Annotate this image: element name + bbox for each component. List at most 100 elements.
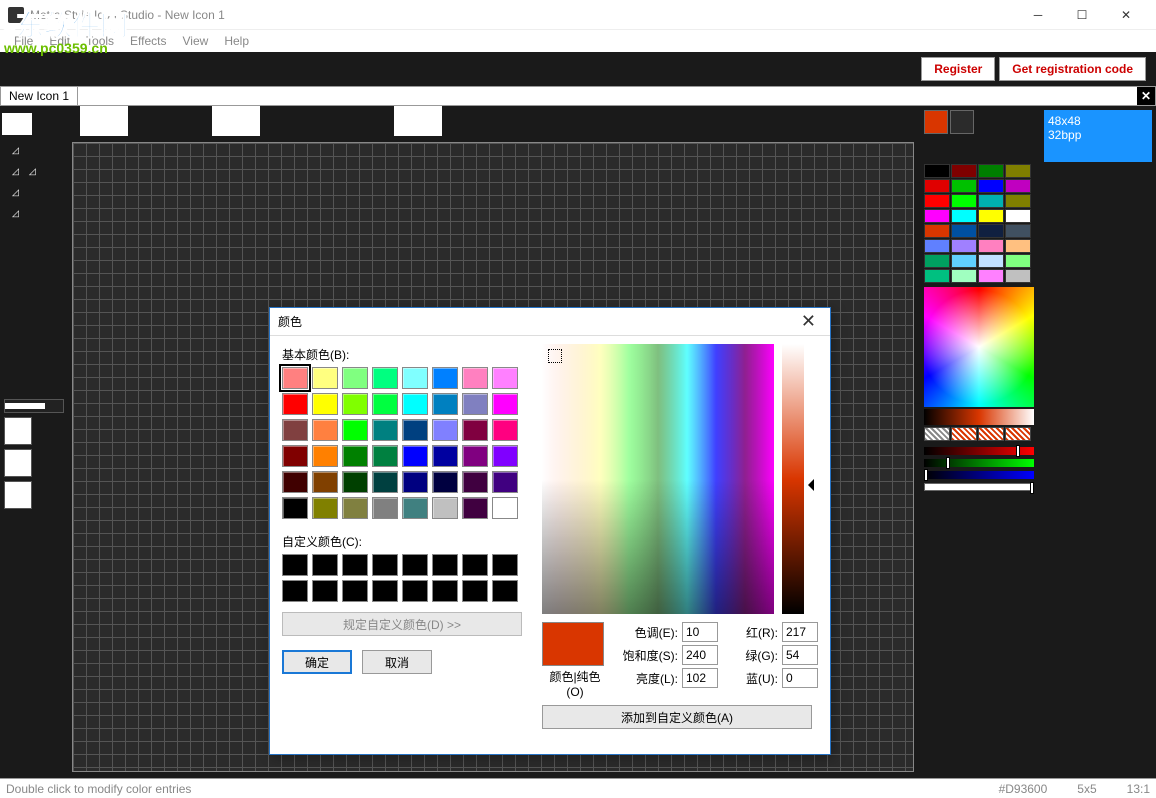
basic-color-swatch[interactable] — [342, 393, 368, 415]
menu-effects[interactable]: Effects — [122, 32, 174, 50]
custom-color-swatch[interactable] — [372, 554, 398, 576]
menu-file[interactable]: File — [6, 32, 41, 50]
foreground-color[interactable] — [924, 110, 948, 134]
palette-swatch[interactable] — [924, 269, 950, 283]
palette-swatch[interactable] — [1005, 164, 1031, 178]
basic-color-swatch[interactable] — [312, 497, 338, 519]
basic-color-swatch[interactable] — [342, 367, 368, 389]
opacity-slider[interactable] — [4, 399, 64, 413]
ok-button[interactable]: 确定 — [282, 650, 352, 674]
custom-color-swatch[interactable] — [372, 580, 398, 602]
palette-swatch[interactable] — [1005, 179, 1031, 193]
palette-swatch[interactable] — [924, 254, 950, 268]
basic-color-swatch[interactable] — [282, 419, 308, 441]
palette-swatch[interactable] — [924, 194, 950, 208]
green-input[interactable] — [782, 645, 818, 665]
gradient-cursor[interactable] — [548, 349, 562, 363]
palette-swatch[interactable] — [978, 224, 1004, 238]
palette-swatch[interactable] — [951, 269, 977, 283]
custom-color-swatch[interactable] — [402, 554, 428, 576]
red-input[interactable] — [782, 622, 818, 642]
luminance-pointer[interactable] — [802, 479, 814, 491]
tool-marker[interactable]: ◿ — [0, 145, 70, 156]
palette-swatch[interactable] — [951, 179, 977, 193]
palette-swatch[interactable] — [924, 179, 950, 193]
basic-color-swatch[interactable] — [342, 445, 368, 467]
palette-swatch[interactable] — [924, 209, 950, 223]
palette-swatch[interactable] — [978, 164, 1004, 178]
tool-marker[interactable]: ◿ — [0, 187, 70, 198]
custom-color-swatch[interactable] — [402, 580, 428, 602]
custom-color-swatch[interactable] — [432, 580, 458, 602]
lum-input[interactable] — [682, 668, 718, 688]
custom-color-swatch[interactable] — [492, 580, 518, 602]
basic-color-swatch[interactable] — [462, 471, 488, 493]
basic-color-swatch[interactable] — [282, 471, 308, 493]
palette-swatch[interactable] — [978, 239, 1004, 253]
basic-color-swatch[interactable] — [312, 419, 338, 441]
basic-color-swatch[interactable] — [372, 393, 398, 415]
basic-color-swatch[interactable] — [432, 497, 458, 519]
size-swatch[interactable] — [4, 449, 32, 477]
basic-color-swatch[interactable] — [402, 393, 428, 415]
palette-swatch[interactable] — [924, 164, 950, 178]
basic-color-swatch[interactable] — [312, 393, 338, 415]
basic-color-swatch[interactable] — [432, 393, 458, 415]
basic-color-swatch[interactable] — [402, 497, 428, 519]
luminance-bar[interactable] — [782, 344, 804, 614]
basic-color-swatch[interactable] — [402, 419, 428, 441]
palette-swatch[interactable] — [924, 239, 950, 253]
menu-help[interactable]: Help — [216, 32, 257, 50]
basic-color-swatch[interactable] — [282, 497, 308, 519]
basic-color-swatch[interactable] — [402, 471, 428, 493]
basic-color-swatch[interactable] — [342, 471, 368, 493]
basic-color-swatch[interactable] — [432, 367, 458, 389]
size-swatch[interactable] — [4, 481, 32, 509]
menu-view[interactable]: View — [175, 32, 217, 50]
get-code-button[interactable]: Get registration code — [999, 57, 1146, 81]
pattern-swatch[interactable] — [1005, 427, 1031, 441]
thumbnail[interactable] — [394, 106, 442, 136]
custom-color-swatch[interactable] — [312, 554, 338, 576]
pattern-swatch[interactable] — [924, 427, 950, 441]
basic-color-swatch[interactable] — [402, 445, 428, 467]
palette-swatch[interactable] — [1005, 239, 1031, 253]
basic-color-swatch[interactable] — [462, 367, 488, 389]
palette-swatch[interactable] — [978, 269, 1004, 283]
basic-color-swatch[interactable] — [492, 445, 518, 467]
palette-swatch[interactable] — [951, 164, 977, 178]
basic-color-swatch[interactable] — [372, 445, 398, 467]
basic-color-swatch[interactable] — [462, 497, 488, 519]
tab-new-icon[interactable]: New Icon 1 — [1, 87, 78, 105]
register-button[interactable]: Register — [921, 57, 995, 81]
basic-color-swatch[interactable] — [312, 445, 338, 467]
basic-color-swatch[interactable] — [312, 471, 338, 493]
basic-color-swatch[interactable] — [312, 367, 338, 389]
custom-color-swatch[interactable] — [492, 554, 518, 576]
basic-color-swatch[interactable] — [492, 393, 518, 415]
custom-color-swatch[interactable] — [282, 554, 308, 576]
maximize-button[interactable]: ☐ — [1060, 0, 1104, 29]
basic-color-swatch[interactable] — [342, 497, 368, 519]
custom-color-swatch[interactable] — [462, 580, 488, 602]
dialog-close-button[interactable]: ✕ — [795, 311, 822, 332]
color-gradient[interactable] — [542, 344, 774, 614]
menu-edit[interactable]: Edit — [41, 32, 78, 50]
menu-tools[interactable]: Tools — [78, 32, 122, 50]
pattern-swatch[interactable] — [951, 427, 977, 441]
thumbnail[interactable] — [212, 106, 260, 136]
add-custom-button[interactable]: 添加到自定义颜色(A) — [542, 705, 812, 729]
basic-color-swatch[interactable] — [492, 497, 518, 519]
custom-color-swatch[interactable] — [282, 580, 308, 602]
basic-color-swatch[interactable] — [372, 419, 398, 441]
palette-swatch[interactable] — [1005, 209, 1031, 223]
palette-swatch[interactable] — [978, 209, 1004, 223]
basic-color-swatch[interactable] — [372, 367, 398, 389]
palette-swatch[interactable] — [1005, 254, 1031, 268]
blue-slider[interactable] — [924, 471, 1034, 479]
custom-color-swatch[interactable] — [342, 554, 368, 576]
green-slider[interactable] — [924, 459, 1034, 467]
tool-marker[interactable]: ◿ ◿ — [0, 166, 70, 177]
basic-color-swatch[interactable] — [432, 419, 458, 441]
custom-color-swatch[interactable] — [432, 554, 458, 576]
